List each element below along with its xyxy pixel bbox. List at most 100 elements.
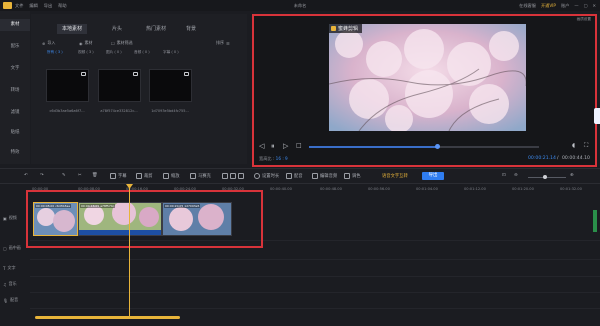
media-thumbnail[interactable] (46, 69, 89, 102)
rail-item-effects[interactable]: 特效 (0, 149, 30, 155)
tool-color[interactable]: 调色 (344, 173, 361, 179)
volume-icon[interactable]: ◖ (572, 142, 575, 149)
video-track-icon: ▣ (3, 215, 7, 221)
ruler-tick: 00:00:40.00 (270, 187, 292, 191)
tab-local-material[interactable]: 本地素材 (57, 24, 87, 34)
subtitle-icon (110, 173, 116, 179)
chip-video[interactable]: 视频 ( 3 ) (78, 50, 94, 55)
prev-frame-icon[interactable]: ◁ (259, 142, 264, 150)
tab-hot-material[interactable]: 热门素材 (141, 24, 171, 34)
track-label: 配音 (10, 297, 19, 302)
redo-icon[interactable]: ↷ (40, 173, 44, 178)
progress-knob[interactable] (435, 144, 440, 149)
sort-button[interactable]: 排序 ☰ (216, 40, 230, 46)
delete-icon[interactable]: 🗑 (92, 173, 97, 178)
ruler-tick: 00:01:12.00 (464, 187, 486, 191)
tool-zoom[interactable]: 缩放 (163, 173, 180, 179)
progress-remaining[interactable] (439, 146, 539, 148)
quality-settings-link[interactable]: 画质设置 (577, 17, 591, 22)
tab-background[interactable]: 背景 (181, 24, 201, 34)
zoom-slider-knob[interactable] (543, 175, 547, 179)
account-button[interactable]: 账户 (561, 3, 569, 9)
tool-voiceover[interactable]: 配音 (286, 173, 303, 179)
next-frame-icon[interactable]: ▷ (283, 142, 288, 150)
vip-button[interactable]: 开通VIP (541, 3, 556, 9)
rail-item-transition[interactable]: 转场 (0, 87, 30, 93)
edit-toolbar: ↶ ↷ ✎ ✂ 🗑 字幕 裁剪 缩放 马赛克 设置时长 配音 编辑音频 调色 语… (0, 168, 600, 184)
speech-text-button[interactable]: 语音文字互转 (382, 173, 408, 179)
video-icon (133, 72, 138, 76)
undo-icon[interactable]: ↶ (24, 173, 28, 178)
zoom-out-icon[interactable]: ⊖ (514, 173, 518, 178)
text-track-icon: T (3, 265, 6, 271)
filter-option-select[interactable]: ☐ 素材筛选 (111, 40, 133, 46)
chip-subtitle[interactable]: 字幕 ( 0 ) (163, 50, 179, 55)
pen-icon[interactable]: ✎ (62, 173, 66, 178)
tool-icon (230, 173, 236, 179)
fit-icon[interactable]: ⊡ (502, 173, 506, 178)
tool-misc[interactable] (222, 173, 244, 179)
time-separator: / (557, 156, 559, 161)
tab-intro[interactable]: 片头 (107, 24, 127, 34)
zoom-icon (163, 173, 169, 179)
menu-help[interactable]: 帮助 (58, 3, 66, 9)
minimize-icon[interactable]: — (574, 3, 578, 8)
fullscreen-icon[interactable]: ⛶ (584, 142, 588, 150)
tool-subtitle[interactable]: 字幕 (110, 173, 127, 179)
export-button[interactable]: 导出 (422, 172, 444, 180)
media-thumbnail[interactable] (149, 69, 192, 102)
lane-divider (30, 292, 600, 293)
maximize-icon[interactable]: ▢ (584, 3, 588, 8)
tool-edit-audio[interactable]: 编辑音频 (312, 173, 337, 179)
stop-icon[interactable]: □ (296, 142, 302, 149)
tool-label: 马赛克 (198, 174, 211, 179)
media-filename: a78f574ce332812c... (100, 109, 138, 113)
playhead[interactable] (129, 187, 130, 317)
media-thumbnail[interactable] (98, 69, 141, 102)
track-end-marker (593, 210, 597, 232)
menu-export[interactable]: 导出 (44, 3, 52, 9)
clips-highlight (26, 190, 263, 248)
tool-label: 裁剪 (144, 174, 153, 179)
rail-item-sticker[interactable]: 贴纸 (0, 129, 30, 135)
sort-label: 排序 (216, 40, 224, 45)
aspect-ratio[interactable]: 宽高比 : 16 : 9 (259, 156, 288, 162)
pause-icon[interactable]: ⏸ (271, 142, 275, 151)
import-button[interactable]: ⊕ 导入 (42, 40, 55, 46)
watermark: 蜜蜂剪辑 (329, 24, 363, 33)
zoom-slider-track[interactable] (528, 177, 566, 178)
rail-item-music[interactable]: 配乐 (0, 43, 30, 49)
track-header-text: T 文字 (0, 265, 30, 271)
progress-played (309, 146, 439, 148)
watermark-logo-icon (331, 26, 336, 31)
chip-audio[interactable]: 音频 ( 0 ) (134, 50, 150, 55)
chip-all[interactable]: 所有 ( 3 ) (47, 50, 63, 55)
zoom-in-icon[interactable]: ⊕ (570, 173, 574, 178)
title-bar: 文件 编辑 导出 帮助 未命名 在线客服 开通VIP 账户 — ▢ ✕ (0, 0, 600, 11)
preview-panel: 画质设置 蜜蜂剪辑 ◁ ⏸ ▷ □ ◖ ⛶ 宽高比: 16: 9 00:00… (252, 14, 597, 167)
rail-item-text[interactable]: 文字 (0, 65, 30, 71)
media-filename: 1d7093e5bd4fc755... (151, 109, 189, 113)
filter-option-label: 素材 (84, 40, 93, 45)
track-label: 画中画 (8, 245, 21, 250)
menu-file[interactable]: 文件 (15, 3, 23, 9)
chip-image[interactable]: 图片 ( 0 ) (106, 50, 122, 55)
video-preview[interactable]: 蜜蜂剪辑 (329, 24, 526, 131)
tool-duration[interactable]: 设置时长 (254, 173, 279, 179)
customer-service-link[interactable]: 在线客服 (519, 3, 536, 9)
tool-icon (222, 173, 228, 179)
side-feedback-tab[interactable] (594, 108, 600, 124)
music-track-icon: ♫ (3, 281, 7, 287)
menu-edit[interactable]: 编辑 (29, 3, 37, 9)
tool-icon (238, 173, 244, 179)
titlebar-right: 在线客服 开通VIP 账户 — ▢ ✕ (519, 0, 596, 11)
filter-option-material[interactable]: ◉ 素材 (79, 40, 93, 46)
tool-crop[interactable]: 裁剪 (136, 173, 153, 179)
rail-item-material[interactable]: 素材 (0, 19, 30, 31)
rail-item-filter[interactable]: 滤镜 (0, 109, 30, 115)
tool-mosaic[interactable]: 马赛克 (190, 173, 211, 179)
track-label: 视频 (8, 215, 17, 220)
scissors-icon[interactable]: ✂ (78, 173, 82, 178)
close-icon[interactable]: ✕ (592, 3, 596, 8)
timeline-scrollbar[interactable] (35, 316, 180, 319)
